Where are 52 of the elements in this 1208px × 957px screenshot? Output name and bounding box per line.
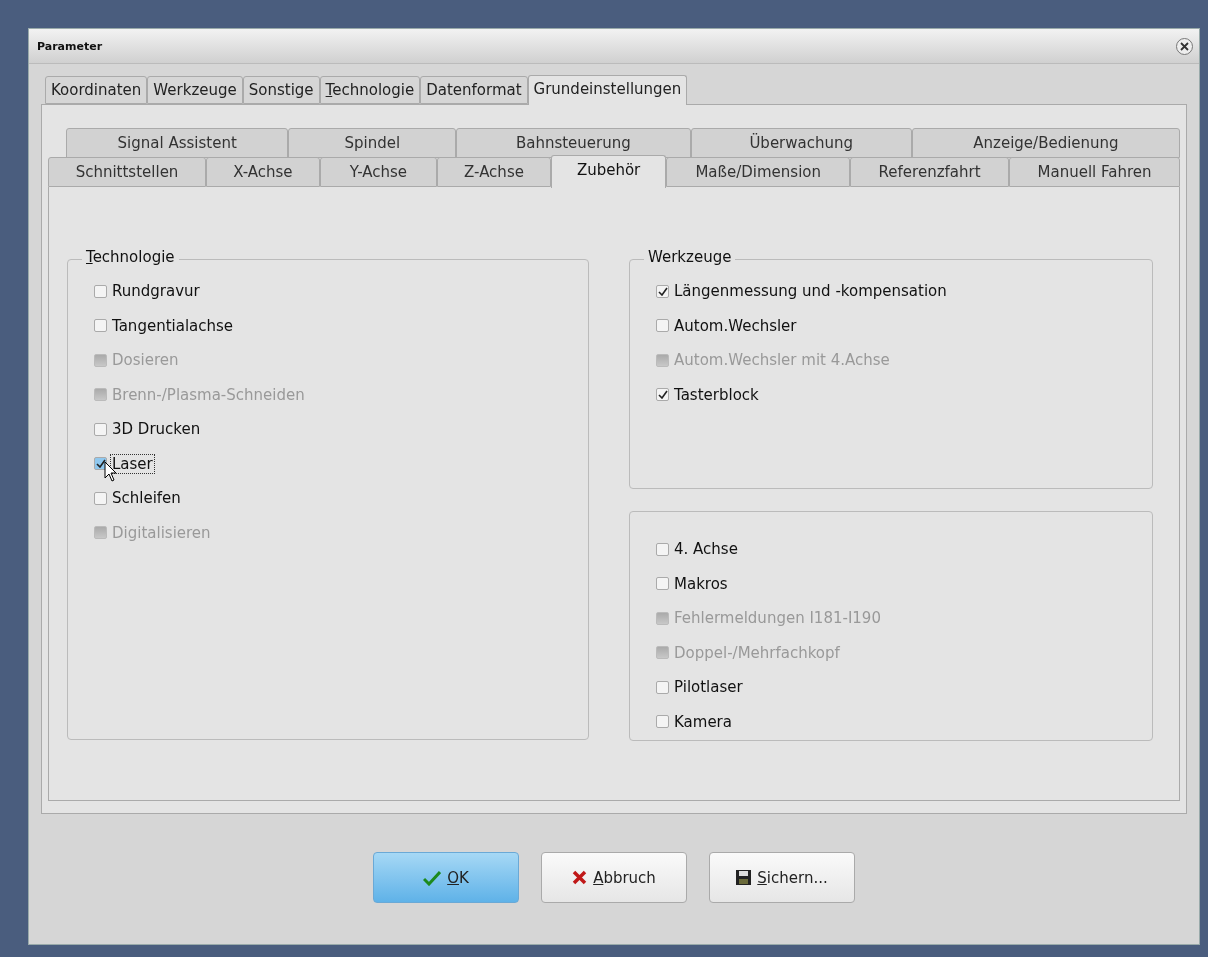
tab[interactable]: Referenzfahrt [850,157,1010,187]
close-icon [1180,41,1189,51]
tab[interactable]: Bahnsteuerung [456,128,691,158]
tab[interactable]: Sonstige [242,76,320,104]
checkbox[interactable] [656,319,669,333]
check-icon [423,869,442,886]
cancel-button[interactable]: Abbruch [541,852,687,903]
checkbox-label[interactable]: 3D Drucken [111,420,202,439]
tab[interactable]: Grundeinstellungen [527,75,688,105]
tab[interactable]: Datenformat [420,76,528,104]
checkbox-label[interactable]: Schleifen [111,489,182,508]
checkbox[interactable] [656,715,669,729]
checkbox-label[interactable]: 4. Achse [673,540,739,559]
checkbox-label[interactable]: Makros [673,574,729,593]
checkbox-label[interactable]: Pilotlaser [673,678,744,697]
checkbox[interactable] [94,319,107,333]
checkbox-label[interactable]: Laser [111,454,154,473]
tab[interactable]: Zubehör [550,155,667,188]
checkbox[interactable] [656,388,669,402]
checkbox-label[interactable]: Tasterblock [673,385,760,404]
checkbox-label[interactable]: Längenmessung und -kompensation [673,282,948,301]
save-button[interactable]: Sichern... [709,852,855,903]
tab[interactable]: Signal Assistent [66,128,289,158]
tab[interactable]: Anzeige/Bedienung [911,128,1180,158]
checkbox[interactable] [656,542,669,556]
tab[interactable]: Maße/Dimension [666,157,851,187]
cross-icon [572,870,588,885]
checkbox-label[interactable]: Autom.Wechsler [673,316,798,335]
checkbox[interactable] [94,491,107,505]
checkbox[interactable] [656,577,669,591]
tab[interactable]: Koordinaten [45,76,148,104]
tab[interactable]: Schnittstellen [48,157,207,187]
tab[interactable]: Werkzeuge [147,76,243,104]
group-title: Technologie [82,248,179,266]
checkbox-label[interactable]: Kamera [673,712,733,731]
tab[interactable]: Z-Achse [437,157,551,187]
tab[interactable]: Spindel [288,128,457,158]
ok-button[interactable]: OK [373,852,519,903]
close-button[interactable] [1176,37,1193,55]
checkbox[interactable] [94,422,107,436]
checkbox[interactable] [94,284,107,298]
tab[interactable]: Technologie [319,76,421,104]
window-title: Parameter [37,39,103,53]
checkbox-label[interactable]: Tangentialachse [111,316,235,335]
checkbox[interactable] [656,680,669,694]
checkbox-label[interactable]: Rundgravur [111,282,201,301]
tab[interactable]: Manuell Fahren [1009,157,1180,187]
group-title: Werkzeuge [644,248,736,266]
checkbox[interactable] [656,284,669,298]
tab[interactable]: X-Achse [206,157,320,187]
tab[interactable]: Y-Achse [319,157,438,187]
tab[interactable]: Überwachung [690,128,912,158]
